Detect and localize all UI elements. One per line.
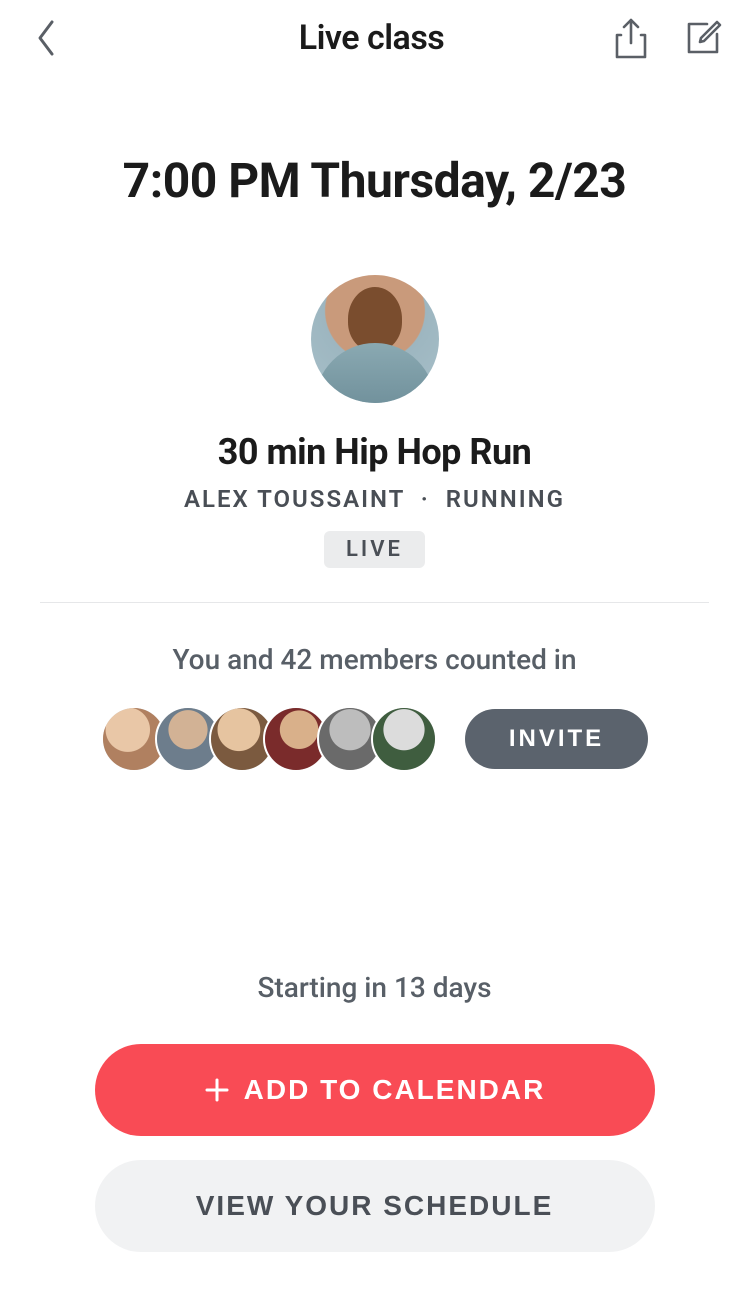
- class-category: RUNNING: [446, 485, 565, 513]
- compose-button[interactable]: [681, 16, 725, 60]
- share-button[interactable]: [609, 16, 653, 60]
- live-badge: LIVE: [324, 531, 425, 568]
- back-button[interactable]: [24, 16, 68, 60]
- starting-in-text: Starting in 13 days: [257, 971, 491, 1004]
- share-icon: [613, 17, 649, 59]
- add-to-calendar-button[interactable]: ADD TO CALENDAR: [95, 1044, 655, 1136]
- page-title: Live class: [134, 18, 609, 58]
- members-row: INVITE: [40, 706, 709, 772]
- class-datetime: 7:00 PM Thursday, 2/23: [40, 152, 709, 209]
- view-schedule-label: VIEW YOUR SCHEDULE: [196, 1190, 554, 1222]
- invite-button[interactable]: INVITE: [465, 709, 648, 769]
- separator-dot: ·: [413, 485, 438, 513]
- class-title: 30 min Hip Hop Run: [218, 431, 532, 473]
- add-to-calendar-label: ADD TO CALENDAR: [244, 1074, 546, 1106]
- instructor-avatar[interactable]: [311, 275, 439, 403]
- header: Live class: [0, 0, 749, 80]
- compose-icon: [683, 18, 723, 58]
- instructor-name: ALEX TOUSSAINT: [184, 485, 405, 513]
- member-avatar[interactable]: [371, 706, 437, 772]
- class-subtitle: ALEX TOUSSAINT · RUNNING: [184, 485, 565, 513]
- divider: [40, 602, 709, 603]
- chevron-left-icon: [34, 18, 58, 58]
- plus-icon: [204, 1077, 230, 1103]
- counted-in-text: You and 42 members counted in: [40, 643, 709, 676]
- member-avatars[interactable]: [101, 706, 437, 772]
- view-schedule-button[interactable]: VIEW YOUR SCHEDULE: [95, 1160, 655, 1252]
